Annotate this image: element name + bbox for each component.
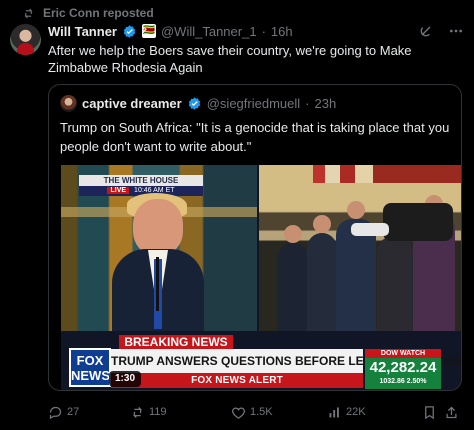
verified-icon [123, 24, 136, 38]
tweet-action-bar: 27 119 1.5K 22K [48, 401, 462, 423]
reply-button[interactable]: 27 [48, 405, 130, 420]
dow-watch-box: DOW WATCH 42,282.24 1032.86 2.50% [365, 349, 441, 389]
video-duration: 1:30 [109, 371, 141, 387]
grok-icon[interactable] [418, 23, 434, 39]
reply-count: 27 [67, 406, 80, 418]
breaking-news-label: BREAKING NEWS [119, 335, 233, 349]
tweet-top-actions [418, 23, 464, 39]
camera-icon [351, 203, 453, 241]
share-button[interactable] [444, 405, 462, 420]
reporter-figure [307, 215, 337, 331]
flag-icon: 🇿🇼 [141, 24, 156, 38]
share-icon [446, 406, 457, 418]
speaker-figure [112, 193, 204, 331]
quoted-tweet-text: Trump on South Africa: "It is a genocide… [60, 120, 450, 154]
dow-value: 42,282.24 [369, 359, 437, 376]
author-name[interactable]: Will Tanner [48, 24, 117, 39]
more-icon[interactable] [448, 23, 464, 39]
repost-indicator: Eric Conn reposted [22, 5, 154, 21]
live-label: LIVE [107, 187, 130, 194]
quoted-author-handle[interactable]: @siegfriedmuell [207, 96, 300, 111]
quoted-tweet[interactable]: captive dreamer @siegfriedmuell · 23h Tr… [48, 84, 462, 391]
microphone-icon [156, 257, 159, 311]
news-headline: TRUMP ANSWERS QUESTIONS BEFORE LEAVING F… [111, 349, 461, 373]
view-count: 22K [346, 406, 366, 418]
quoted-time[interactable]: 23h [314, 96, 336, 111]
dow-label: DOW WATCH [365, 349, 441, 358]
quoted-author-name[interactable]: captive dreamer [82, 96, 182, 111]
speaker-video-frame: THE WHITE HOUSE LIVE 10:46 AM ET [61, 165, 257, 331]
white-house-banner: THE WHITE HOUSE LIVE 10:46 AM ET [79, 175, 203, 196]
tweet-header: Will Tanner 🇿🇼 @Will_Tanner_1 · 16h [48, 22, 416, 40]
views-button[interactable]: 22K [327, 405, 422, 420]
quoted-tweet-header: captive dreamer @siegfriedmuell · 23h [60, 95, 336, 112]
repost-count: 119 [149, 406, 167, 418]
news-alert: FOX NEWS ALERT [111, 373, 363, 388]
reply-icon [49, 406, 62, 419]
heart-icon [232, 406, 245, 419]
video-player[interactable]: THE WHITE HOUSE LIVE 10:46 AM ET BREAKING… [61, 165, 461, 390]
tweet-time[interactable]: 16h [271, 24, 293, 39]
quoted-dot-separator: · [305, 96, 310, 111]
analytics-icon [329, 407, 339, 417]
tweet-text: After we help the Boers save their count… [48, 43, 412, 75]
author-avatar[interactable] [10, 24, 41, 55]
retweet-icon [132, 406, 143, 418]
dow-change: 1032.86 2.50% [379, 378, 427, 385]
bookmark-button[interactable] [422, 405, 444, 420]
repost-label: Eric Conn reposted [43, 6, 154, 20]
like-count: 1.5K [250, 406, 273, 418]
fox-news-logo: FOX NEWS [69, 348, 111, 387]
author-handle[interactable]: @Will_Tanner_1 [161, 24, 257, 39]
repost-button[interactable]: 119 [130, 405, 231, 420]
press-video-frame [259, 165, 461, 331]
white-house-label: THE WHITE HOUSE [103, 176, 179, 185]
quoted-author-avatar[interactable] [60, 95, 77, 112]
quoted-verified-icon [188, 97, 200, 110]
dot-separator: · [261, 23, 266, 39]
reporter-figure [377, 218, 413, 331]
reporter-figure [277, 225, 309, 331]
like-button[interactable]: 1.5K [231, 405, 327, 420]
repost-icon [24, 8, 33, 18]
bookmark-icon [425, 405, 434, 419]
speaker-head [133, 199, 183, 255]
